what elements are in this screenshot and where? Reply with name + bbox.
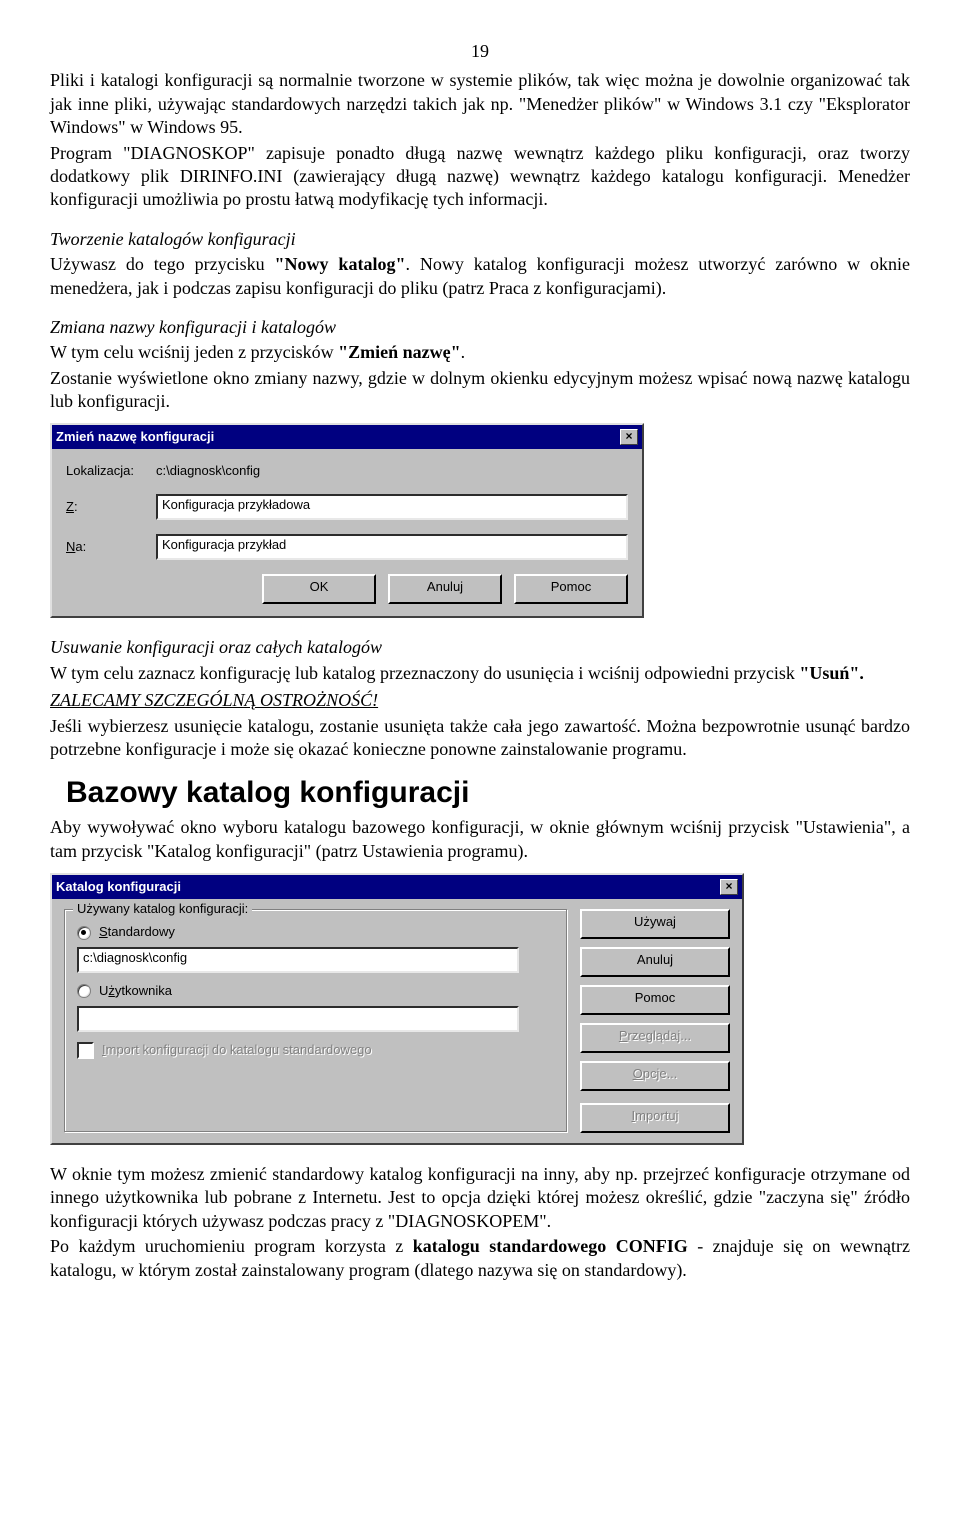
paragraph-end-1: W oknie tym możesz zmienić standardowy k…	[50, 1163, 910, 1233]
config-folder-dialog: Katalog konfiguracji × Używany katalog k…	[50, 873, 744, 1145]
to-input[interactable]: Konfiguracja przykład	[156, 534, 628, 560]
options-button[interactable]: Opcje...	[580, 1061, 730, 1091]
warning-paragraph: Jeśli wybierzesz usunięcie katalogu, zos…	[50, 715, 910, 762]
radio-user[interactable]	[77, 984, 91, 998]
text-bold: katalogu standardowego CONFIG	[413, 1236, 688, 1256]
browse-button[interactable]: Przeglądaj...	[580, 1023, 730, 1053]
subheading-create: Tworzenie katalogów konfiguracji	[50, 228, 910, 251]
text: Po każdym uruchomieniu program korzysta …	[50, 1236, 413, 1256]
used-folder-groupbox: Używany katalog konfiguracji: Standardow…	[64, 909, 568, 1133]
close-icon[interactable]: ×	[620, 429, 638, 445]
text-bold: "Zmień nazwę"	[338, 342, 460, 362]
radio-user-row[interactable]: Użytkownika	[77, 983, 555, 1000]
dialog-title: Katalog konfiguracji	[56, 879, 181, 896]
help-button[interactable]: Pomoc	[580, 985, 730, 1015]
dialog-title: Zmień nazwę konfiguracji	[56, 429, 214, 446]
subheading-rename: Zmiana nazwy konfiguracji i katalogów	[50, 316, 910, 339]
paragraph-2: Program "DIAGNOSKOP" zapisuje ponadto dł…	[50, 142, 910, 212]
from-input[interactable]: Konfiguracja przykładowa	[156, 494, 628, 520]
paragraph-rename-1: W tym celu wciśnij jeden z przycisków "Z…	[50, 341, 910, 364]
radio-standard-row[interactable]: Standardowy	[77, 924, 555, 941]
text: W tym celu wciśnij jeden z przycisków	[50, 342, 338, 362]
section-paragraph: Aby wywoływać okno wyboru katalogu bazow…	[50, 816, 910, 863]
section-heading-base-config: Bazowy katalog konfiguracji	[66, 773, 910, 812]
warning-heading: ZALECAMY SZCZEGÓLNĄ OSTROŻNOŚĆ!	[50, 689, 910, 712]
dialog-titlebar[interactable]: Katalog konfiguracji ×	[52, 875, 742, 899]
location-label: Lokalizacja:	[66, 463, 156, 480]
groupbox-title: Używany katalog konfiguracji:	[73, 901, 252, 918]
radio-user-label: Użytkownika	[99, 983, 172, 1000]
import-checkbox-row[interactable]: Import konfiguracji do katalogu standard…	[77, 1042, 555, 1059]
radio-standard[interactable]	[77, 926, 91, 940]
text-bold: "Usuń".	[799, 663, 864, 683]
import-checkbox[interactable]	[77, 1042, 94, 1059]
text: W tym celu zaznacz konfigurację lub kata…	[50, 663, 799, 683]
dialog-titlebar[interactable]: Zmień nazwę konfiguracji ×	[52, 425, 642, 449]
paragraph-delete: W tym celu zaznacz konfigurację lub kata…	[50, 662, 910, 685]
text-bold: "Nowy katalog"	[275, 254, 406, 274]
paragraph-rename-2: Zostanie wyświetlone okno zmiany nazwy, …	[50, 367, 910, 414]
text: Używasz do tego przycisku	[50, 254, 275, 274]
import-button[interactable]: Importuj	[580, 1103, 730, 1133]
cancel-button[interactable]: Anuluj	[580, 947, 730, 977]
to-label: Na:	[66, 539, 156, 556]
standard-path-input[interactable]: c:\diagnosk\config	[77, 947, 519, 973]
from-label: Z:	[66, 499, 156, 516]
use-button[interactable]: Używaj	[580, 909, 730, 939]
import-checkbox-label: Import konfiguracji do katalogu standard…	[102, 1042, 372, 1059]
paragraph-1: Pliki i katalogi konfiguracji są normaln…	[50, 69, 910, 139]
location-value: c:\diagnosk\config	[156, 463, 260, 480]
radio-standard-label: Standardowy	[99, 924, 175, 941]
rename-config-dialog: Zmień nazwę konfiguracji × Lokalizacja: …	[50, 423, 644, 618]
page-number: 19	[50, 40, 910, 63]
paragraph-create: Używasz do tego przycisku "Nowy katalog"…	[50, 253, 910, 300]
paragraph-end-2: Po każdym uruchomieniu program korzysta …	[50, 1235, 910, 1282]
dialog-button-column: Używaj Anuluj Pomoc Przeglądaj... Opcje.…	[580, 909, 730, 1133]
text: .	[461, 342, 466, 362]
ok-button[interactable]: OK	[262, 574, 376, 604]
user-path-input[interactable]	[77, 1006, 519, 1032]
close-icon[interactable]: ×	[720, 879, 738, 895]
help-button[interactable]: Pomoc	[514, 574, 628, 604]
cancel-button[interactable]: Anuluj	[388, 574, 502, 604]
subheading-delete: Usuwanie konfiguracji oraz całych katalo…	[50, 636, 910, 659]
